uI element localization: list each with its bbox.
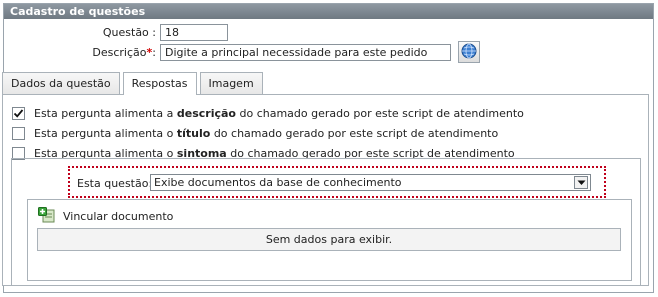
description-label: Descrição*:	[92, 46, 156, 59]
checkbox-row-descricao[interactable]: Esta pergunta alimenta a descrição do ch…	[12, 107, 524, 120]
checkbox-label-titulo: Esta pergunta alimenta o título do chama…	[34, 127, 499, 140]
checkbox-row-titulo[interactable]: Esta pergunta alimenta o título do chama…	[12, 127, 498, 140]
globe-icon	[461, 43, 477, 62]
translate-button[interactable]	[458, 41, 480, 63]
tab-imagem[interactable]: Imagem	[199, 72, 263, 94]
question-type-label: Esta questão:	[77, 177, 153, 190]
question-number-label: Questão :	[102, 26, 156, 39]
question-number-input[interactable]: 18	[160, 24, 228, 41]
description-row: Descrição*: Digite a principal necessida…	[40, 44, 451, 61]
checkmark-icon	[13, 109, 24, 118]
tab-dados-da-questao[interactable]: Dados da questão	[2, 72, 120, 94]
chevron-down-icon[interactable]	[574, 176, 588, 189]
checkbox-titulo[interactable]	[12, 127, 25, 140]
empty-message: Sem dados para exibir.	[265, 233, 393, 246]
checkbox-descricao[interactable]	[12, 107, 25, 120]
question-number-row: Questão : 18	[40, 24, 228, 41]
description-input[interactable]: Digite a principal necessidade para este…	[160, 44, 451, 61]
documents-empty-grid: Sem dados para exibir.	[37, 228, 621, 251]
tab-bar: Dados da questão Respostas Imagem	[2, 72, 266, 95]
question-type-value: Exibe documentos da base de conhecimento	[154, 176, 402, 189]
add-document-icon	[38, 207, 56, 226]
tab-respostas[interactable]: Respostas	[122, 72, 197, 95]
question-type-select[interactable]: Exibe documentos da base de conhecimento	[150, 174, 591, 191]
checkbox-label-descricao: Esta pergunta alimenta a descrição do ch…	[34, 107, 524, 120]
link-document-button[interactable]: Vincular documento	[38, 207, 173, 226]
panel-title: Cadastro de questões	[4, 4, 653, 19]
link-document-label: Vincular documento	[63, 210, 174, 223]
